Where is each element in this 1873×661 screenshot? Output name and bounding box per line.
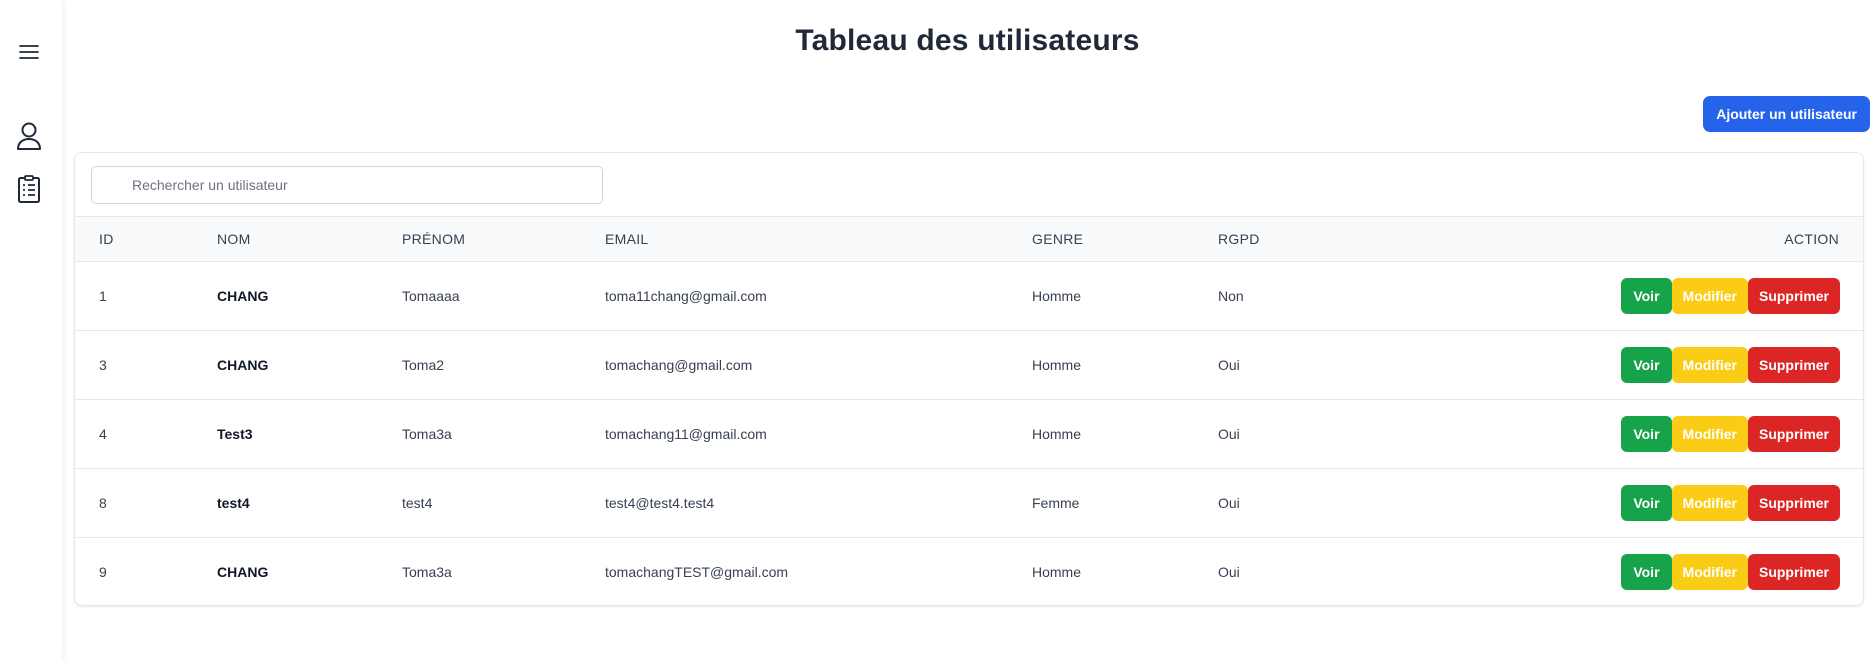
cell-actions: Voir Modifier Supprimer: [1418, 262, 1863, 331]
cell-email: tomachang@gmail.com: [605, 357, 753, 373]
delete-button[interactable]: Supprimer: [1747, 278, 1840, 314]
table-row: 9 CHANG Toma3a tomachangTEST@gmail.com H…: [75, 538, 1863, 606]
cell-prenom: Toma2: [402, 357, 445, 373]
clipboard-list-icon[interactable]: [14, 174, 44, 204]
delete-button[interactable]: Supprimer: [1747, 485, 1840, 521]
edit-button[interactable]: Modifier: [1671, 416, 1748, 452]
add-user-button[interactable]: Ajouter un utilisateur: [1703, 96, 1870, 132]
table-row: 4 Test3 Toma3a tomachang11@gmail.com Hom…: [75, 400, 1863, 469]
cell-nom: CHANG: [217, 357, 269, 373]
table-row: 1 CHANG Tomaaaa toma11chang@gmail.com Ho…: [75, 262, 1863, 331]
cell-rgpd: Oui: [1218, 564, 1240, 581]
cell-nom: test4: [217, 495, 250, 511]
cell-email: test4@test4.test4: [605, 495, 715, 511]
cell-email: tomachangTEST@gmail.com: [605, 564, 789, 581]
cell-actions: Voir Modifier Supprimer: [1418, 331, 1863, 400]
cell-genre: Homme: [1032, 288, 1082, 304]
cell-nom: CHANG: [217, 564, 269, 581]
menu-icon[interactable]: [14, 37, 44, 67]
cell-email: tomachang11@gmail.com: [605, 426, 767, 442]
view-button[interactable]: Voir: [1621, 278, 1672, 314]
cell-genre: Homme: [1032, 426, 1082, 442]
table-row: 8 test4 test4 test4@test4.test4 Femme Ou…: [75, 469, 1863, 538]
cell-nom: CHANG: [217, 288, 269, 304]
page-title: Tableau des utilisateurs: [795, 24, 1140, 57]
delete-button[interactable]: Supprimer: [1747, 554, 1840, 591]
cell-rgpd: Oui: [1218, 495, 1240, 511]
search-bar: [75, 153, 1863, 216]
header-rgpd[interactable]: RGPD: [1218, 217, 1418, 262]
delete-button[interactable]: Supprimer: [1747, 347, 1840, 383]
header-email[interactable]: EMAIL: [605, 217, 1032, 262]
edit-button[interactable]: Modifier: [1671, 347, 1748, 383]
view-button[interactable]: Voir: [1621, 485, 1672, 521]
view-button[interactable]: Voir: [1621, 347, 1672, 383]
cell-rgpd: Oui: [1218, 357, 1240, 373]
cell-id: 8: [99, 495, 107, 511]
edit-button[interactable]: Modifier: [1671, 554, 1748, 591]
cell-prenom: test4: [402, 495, 433, 511]
view-button[interactable]: Voir: [1621, 554, 1672, 591]
table-header-row: ID NOM PRÉNOM EMAIL GENRE RGPD ACTION: [75, 216, 1863, 262]
cell-rgpd: Non: [1218, 288, 1244, 304]
header-action: ACTION: [1784, 231, 1839, 247]
cell-prenom: Toma3a: [402, 564, 452, 581]
cell-id: 4: [99, 426, 107, 442]
cell-actions: Voir Modifier Supprimer: [1418, 469, 1863, 538]
delete-button[interactable]: Supprimer: [1747, 416, 1840, 452]
cell-actions: Voir Modifier Supprimer: [1418, 538, 1863, 606]
user-icon[interactable]: [14, 121, 44, 151]
users-table-card: ID NOM PRÉNOM EMAIL GENRE RGPD ACTION 1 …: [74, 152, 1864, 606]
search-input[interactable]: [91, 166, 603, 204]
sidebar: [0, 0, 62, 661]
cell-id: 9: [99, 564, 107, 581]
table-row: 3 CHANG Toma2 tomachang@gmail.com Homme …: [75, 331, 1863, 400]
cell-actions: Voir Modifier Supprimer: [1418, 400, 1863, 469]
cell-nom: Test3: [217, 426, 253, 442]
cell-rgpd: Oui: [1218, 426, 1240, 442]
header-nom[interactable]: NOM: [217, 217, 402, 262]
cell-prenom: Toma3a: [402, 426, 452, 442]
cell-id: 3: [99, 357, 107, 373]
edit-button[interactable]: Modifier: [1671, 278, 1748, 314]
header-genre[interactable]: GENRE: [1032, 217, 1218, 262]
cell-email: toma11chang@gmail.com: [605, 288, 767, 304]
cell-genre: Femme: [1032, 495, 1080, 511]
users-table: ID NOM PRÉNOM EMAIL GENRE RGPD ACTION 1 …: [75, 216, 1863, 606]
cell-id: 1: [99, 288, 107, 304]
header-id[interactable]: ID: [75, 217, 217, 262]
cell-genre: Homme: [1032, 564, 1082, 581]
header-prenom[interactable]: PRÉNOM: [402, 217, 605, 262]
view-button[interactable]: Voir: [1621, 416, 1672, 452]
cell-genre: Homme: [1032, 357, 1082, 373]
edit-button[interactable]: Modifier: [1671, 485, 1748, 521]
cell-prenom: Tomaaaa: [402, 288, 460, 304]
